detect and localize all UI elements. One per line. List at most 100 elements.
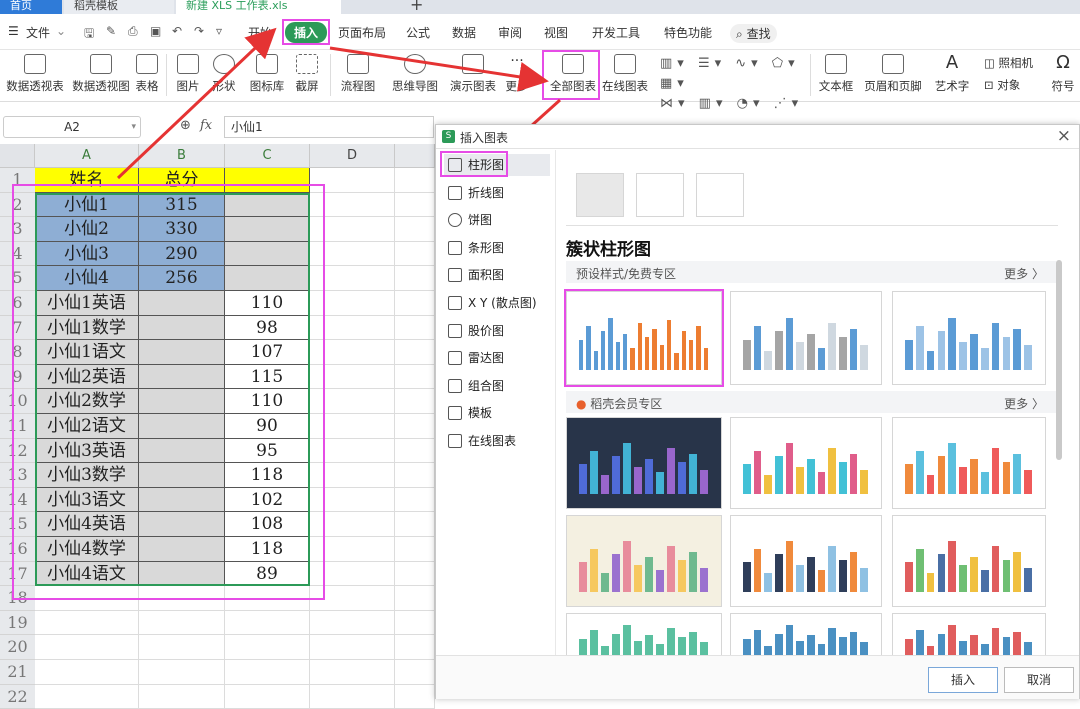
insert-button[interactable]: 插入 — [928, 667, 998, 693]
cell-detail-score[interactable]: 102 — [225, 487, 310, 513]
member-chart-2[interactable] — [730, 417, 882, 509]
row-header[interactable]: 10 — [0, 389, 35, 414]
cell[interactable] — [139, 463, 225, 488]
presentation-chart-button[interactable]: 演示图表 — [449, 54, 497, 94]
cell[interactable] — [310, 241, 395, 267]
cell-detail-score[interactable]: 89 — [225, 561, 310, 587]
cell[interactable] — [310, 291, 395, 316]
nav-stock-chart[interactable]: 股价图 — [444, 320, 550, 342]
row-header[interactable]: 17 — [0, 561, 35, 587]
column-header-d[interactable]: D — [310, 144, 395, 168]
cell-detail-name[interactable]: 小仙1语文 — [35, 340, 139, 365]
nav-combo-chart[interactable]: 组合图 — [444, 375, 550, 397]
cell-summary-name[interactable]: 小仙2 — [35, 217, 139, 242]
cell[interactable] — [310, 438, 395, 464]
cell[interactable] — [310, 364, 395, 390]
cell[interactable] — [395, 168, 435, 193]
row-header[interactable]: 15 — [0, 512, 35, 537]
row-header[interactable]: 3 — [0, 217, 35, 242]
member-chart-5[interactable] — [730, 515, 882, 607]
cell[interactable] — [395, 660, 435, 685]
cancel-button[interactable]: 取消 — [1004, 667, 1074, 693]
cell[interactable] — [35, 610, 139, 636]
nav-line-chart[interactable]: 折线图 — [444, 182, 550, 204]
row-header[interactable]: 8 — [0, 340, 35, 365]
subtype-clustered-column[interactable] — [576, 173, 624, 217]
object-button[interactable]: ⊡ 对象 — [984, 77, 1040, 93]
menu-data[interactable]: 数据 — [452, 24, 476, 41]
cell[interactable] — [139, 660, 225, 685]
cell[interactable] — [310, 463, 395, 488]
cell[interactable] — [395, 217, 435, 242]
row-header[interactable]: 14 — [0, 487, 35, 513]
cell[interactable] — [310, 168, 395, 193]
row-header[interactable]: 4 — [0, 241, 35, 267]
cell[interactable] — [310, 610, 395, 636]
member-chart-8[interactable] — [730, 613, 882, 655]
cell[interactable] — [225, 635, 310, 660]
member-chart-7[interactable] — [566, 613, 722, 655]
cell[interactable] — [310, 266, 395, 291]
row-header[interactable]: 12 — [0, 438, 35, 464]
select-all-corner[interactable] — [0, 144, 35, 168]
symbol-button[interactable]: Ω 符号 — [1048, 54, 1078, 94]
cell-detail-name[interactable]: 小仙3语文 — [35, 487, 139, 513]
cell[interactable] — [310, 684, 395, 709]
cell-detail-name[interactable]: 小仙4数学 — [35, 537, 139, 562]
cell-detail-score[interactable]: 107 — [225, 340, 310, 365]
row-header[interactable]: 19 — [0, 610, 35, 636]
row-header[interactable]: 18 — [0, 586, 35, 611]
cell[interactable] — [139, 414, 225, 439]
cell[interactable] — [139, 364, 225, 390]
cell[interactable] — [139, 537, 225, 562]
member-chart-3[interactable] — [892, 417, 1046, 509]
row-header[interactable]: 22 — [0, 684, 35, 709]
cell[interactable] — [310, 192, 395, 218]
cell-summary-name[interactable]: 小仙4 — [35, 266, 139, 291]
text-box-button[interactable]: 文本框 — [814, 54, 858, 94]
cell[interactable] — [139, 291, 225, 316]
cell[interactable] — [310, 660, 395, 685]
cell[interactable] — [310, 389, 395, 414]
row-header[interactable]: 1 — [0, 168, 35, 193]
row-header[interactable]: 5 — [0, 266, 35, 291]
cell-summary-name[interactable]: 小仙1 — [35, 192, 139, 218]
cell-detail-name[interactable]: 小仙2数学 — [35, 389, 139, 414]
cell-detail-score[interactable]: 115 — [225, 364, 310, 390]
cell[interactable] — [395, 364, 435, 390]
cell-detail-score[interactable]: 108 — [225, 512, 310, 537]
subtype-percent-stacked-column[interactable] — [696, 173, 744, 217]
cell[interactable] — [395, 586, 435, 611]
gallery-scrollbar[interactable] — [1056, 260, 1062, 460]
chart-type-mini-gallery[interactable]: ▥▾ ☰▾ ∿▾ ⬠▾ ▦▾⋈▾ ▥▾ ◔▾ ⋰▾ ▱▾ — [660, 54, 808, 131]
nav-bar-chart[interactable]: 条形图 — [444, 237, 550, 259]
cell[interactable] — [225, 241, 310, 267]
cell[interactable] — [395, 414, 435, 439]
cell[interactable] — [395, 192, 435, 218]
cell-detail-name[interactable]: 小仙3英语 — [35, 438, 139, 464]
cell[interactable] — [225, 168, 310, 193]
cell[interactable] — [139, 586, 225, 611]
cell-detail-name[interactable]: 小仙1数学 — [35, 315, 139, 341]
cell[interactable] — [310, 635, 395, 660]
cell-summary-total[interactable]: 330 — [139, 217, 225, 242]
more-button[interactable]: ··· 更多 — [501, 54, 533, 94]
nav-pie-chart[interactable]: 饼图 — [444, 209, 550, 231]
cell[interactable] — [139, 389, 225, 414]
cell[interactable] — [310, 537, 395, 562]
cell[interactable] — [139, 684, 225, 709]
cell[interactable] — [395, 610, 435, 636]
nav-templates[interactable]: 模板 — [444, 402, 550, 424]
cell[interactable] — [395, 463, 435, 488]
more-link-member[interactable]: 更多 〉 — [1004, 395, 1044, 412]
column-header-e[interactable] — [395, 144, 435, 168]
preset-chart-3[interactable] — [892, 291, 1046, 385]
cell[interactable] — [395, 266, 435, 291]
cell-detail-score[interactable]: 90 — [225, 414, 310, 439]
cell[interactable] — [225, 684, 310, 709]
cell[interactable] — [310, 487, 395, 513]
cell-detail-score[interactable]: 118 — [225, 463, 310, 488]
column-header-c[interactable]: C — [225, 144, 310, 168]
nav-scatter-chart[interactable]: X Y (散点图) — [444, 292, 550, 314]
cell[interactable] — [139, 438, 225, 464]
